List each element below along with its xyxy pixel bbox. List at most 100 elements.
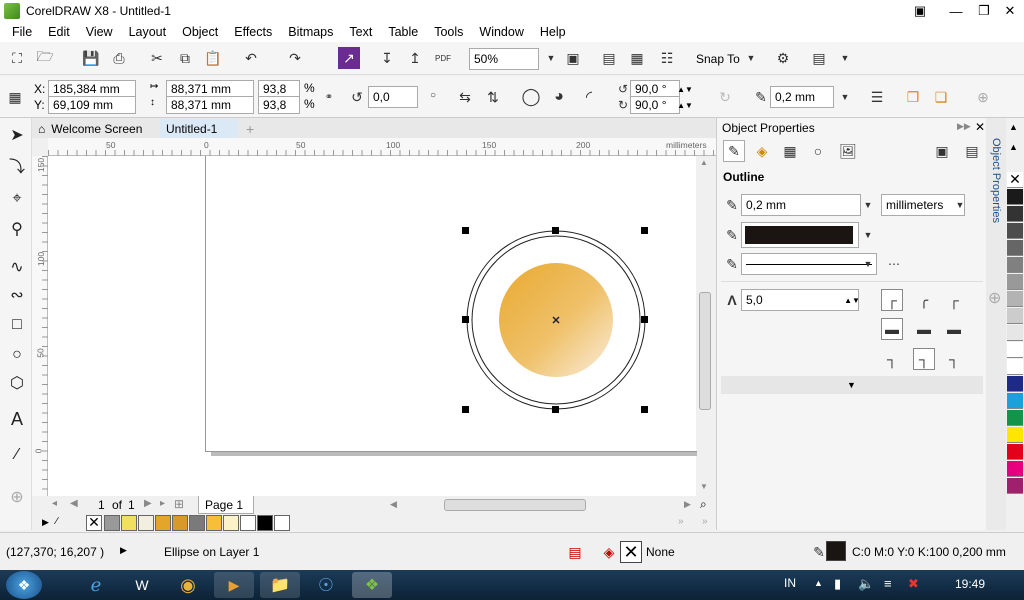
rotation-angle-field[interactable]: 0,0 [368,86,418,108]
last-page-icon[interactable]: ▸ [160,498,165,509]
outline-color-chevron-icon[interactable]: ▼ [857,224,879,246]
y-position-field[interactable]: 69,109 mm [48,96,136,114]
zoom-tool-icon[interactable]: ⚲ [6,218,28,240]
palette-color-swatch[interactable] [1007,393,1023,409]
expand-chevron-icon[interactable]: ▼ [847,380,856,390]
file-explorer-icon[interactable]: 📁 [260,572,300,598]
frame-text-icon[interactable]: ▤ [961,140,983,162]
color-swatch[interactable] [274,515,290,531]
selection-handle[interactable] [641,227,648,234]
color-swatch[interactable] [189,515,205,531]
crop-tool-icon[interactable]: ⌖ [6,188,28,210]
menu-effects[interactable]: Effects [226,25,280,39]
units-chevron-icon[interactable]: ▼ [949,194,971,216]
ellipse-tool-icon[interactable]: ○ [6,344,28,366]
show-guidelines-icon[interactable]: ☷ [656,47,678,69]
color-swatch[interactable] [223,515,239,531]
restore-button[interactable]: ❐ [972,2,996,20]
docker-collapse-icon[interactable]: ▶▶ [957,121,971,132]
round-corner-icon[interactable]: ╭ [913,289,935,311]
bevel-corner-icon[interactable]: ┌ [943,289,965,311]
selection-handle[interactable] [641,406,648,413]
outline-color-picker[interactable] [741,222,859,248]
copy-icon[interactable]: ⧉ [174,47,196,69]
docker-side-tab[interactable]: Object Properties ⊕ [986,118,1006,530]
outline-width-field[interactable]: 0,2 mm [741,194,861,216]
word-icon[interactable]: W [122,572,162,598]
color-proof-icon[interactable]: ▤ [564,541,586,563]
palette-color-swatch[interactable] [1007,189,1023,205]
height-field[interactable]: 88,371 mm [166,96,254,114]
options-gear-icon[interactable]: ⚙ [772,47,794,69]
to-front-icon[interactable]: ❐ [902,86,924,108]
paste-icon[interactable]: 📋 [202,47,224,69]
previous-page-icon[interactable]: ◀ [70,498,78,509]
polygon-tool-icon[interactable]: ⬡ [6,372,28,394]
pie-mode-icon[interactable]: ◕ [548,86,570,108]
palette-color-swatch[interactable] [1007,359,1023,375]
outline-color-indicator[interactable] [826,541,846,561]
network-error-icon[interactable]: ✖ [908,576,919,592]
start-button-icon[interactable]: ❖ [6,571,42,599]
frame-icon[interactable]: ▣ [931,140,953,162]
end-angle-field[interactable]: 90,0 ° [630,96,680,114]
next-page-icon[interactable]: ▶ [144,498,152,509]
scroll-down-icon[interactable]: ▼ [700,482,708,491]
to-back-icon[interactable]: ❏ [930,86,952,108]
open-folder-icon[interactable]: 🗁 [34,47,56,69]
color-swatch[interactable] [138,515,154,531]
palette-color-swatch[interactable] [1007,257,1023,273]
scroll-left-icon[interactable]: ◀ [390,499,397,510]
eyedropper-icon[interactable]: ∕ [56,516,58,527]
pick-tool-icon[interactable]: ➤ [6,124,28,146]
palette-up-icon[interactable]: ▲ [1009,122,1018,132]
inside-outline-icon[interactable]: ┐ [943,348,965,370]
mirror-vertical-icon[interactable]: ⇅ [482,86,504,108]
palette-color-swatch[interactable] [1007,478,1023,494]
publish-pdf-icon[interactable]: PDF [432,47,454,69]
menu-table[interactable]: Table [380,25,426,39]
close-button[interactable]: ✕ [998,2,1022,20]
round-cap-icon[interactable]: ▬ [913,318,935,340]
palette-color-swatch[interactable] [1007,291,1023,307]
palette-color-swatch[interactable] [1007,342,1023,358]
show-grid-icon[interactable]: ▦ [626,47,648,69]
menu-layout[interactable]: Layout [121,25,175,39]
redo-icon[interactable]: ↷ [284,47,306,69]
palette-color-swatch[interactable] [1007,308,1023,324]
help-pin-icon[interactable]: ▣ [908,2,932,20]
end-angle-spinner-icon[interactable]: ▲▼ [677,96,693,114]
palette-color-swatch[interactable] [1007,461,1023,477]
palette-color-swatch[interactable] [1007,325,1023,341]
fill-tab-icon[interactable]: ◈ [751,140,773,162]
snap-to-menu[interactable]: Snap To [696,52,740,66]
scroll-up-icon[interactable]: ▲ [700,158,708,167]
battery-icon[interactable]: ▮ [834,576,841,592]
butt-cap-icon[interactable]: ▬ [881,318,903,340]
full-screen-preview-icon[interactable]: ▣ [562,47,584,69]
palette-color-swatch[interactable] [1007,427,1023,443]
summary-tab-icon[interactable]: 🖼 [837,140,859,162]
horizontal-ruler[interactable]: 50 0 50 100 150 200 millimeters [48,138,716,156]
palette-up-icon[interactable]: ▲ [1009,142,1018,152]
scale-height-field[interactable]: 93,8 [258,96,300,114]
quick-customize-icon[interactable]: ⊕ [972,86,994,108]
no-color-swatch[interactable]: ✕ [86,515,102,531]
palette-color-swatch[interactable] [1007,274,1023,290]
miter-corner-icon[interactable]: ┌ [881,289,903,311]
clock-time[interactable]: 19:49 [955,577,985,591]
palette-menu-icon[interactable]: ▶ [42,517,49,528]
arc-mode-icon[interactable]: ◜ [578,86,600,108]
miter-limit-field[interactable]: 5,0 [741,289,859,311]
menu-tools[interactable]: Tools [426,25,471,39]
vertical-scroll-thumb[interactable] [699,292,711,410]
outline-width-dropdown-icon[interactable]: ▼ [857,194,879,216]
selection-handle[interactable] [552,227,559,234]
add-page-icon[interactable]: ⊞ [174,497,184,511]
application-launcher-icon[interactable]: ▤ [808,47,830,69]
scroll-right-icon[interactable]: ▶ [684,499,691,510]
save-icon[interactable]: 💾 [80,47,102,69]
cut-icon[interactable]: ✂ [146,47,168,69]
minimize-button[interactable]: — [944,2,968,20]
menu-bitmaps[interactable]: Bitmaps [280,25,341,39]
